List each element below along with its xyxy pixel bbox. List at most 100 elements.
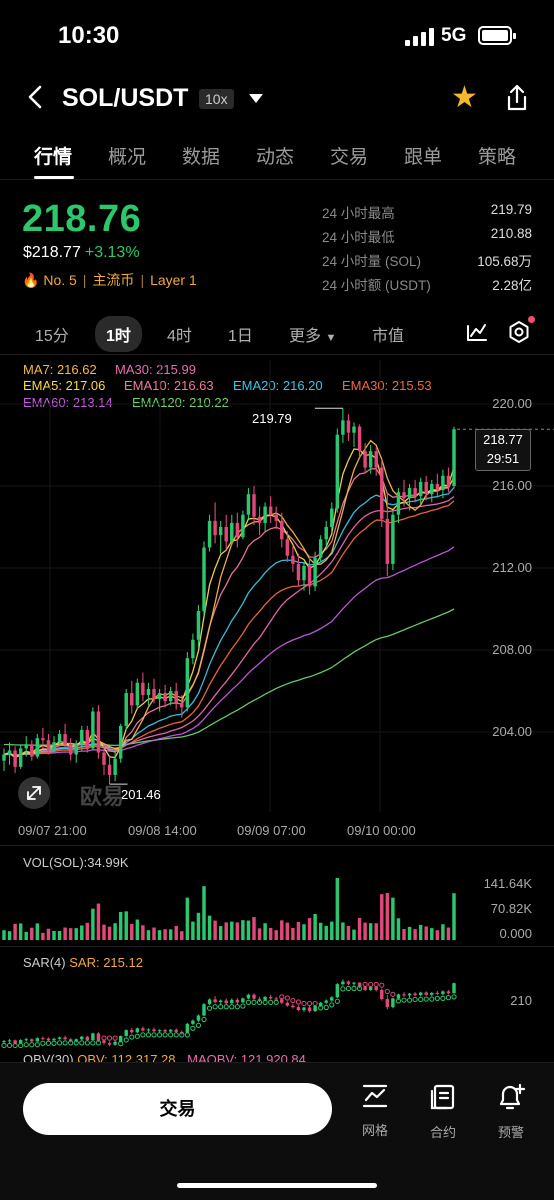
volume-bar — [102, 924, 106, 940]
volume-bar — [424, 926, 428, 940]
tab-overview[interactable]: 概况 — [108, 142, 146, 169]
sar-dot — [245, 999, 252, 1005]
volume-bar — [307, 918, 312, 940]
volume-bar — [241, 920, 245, 940]
volume-bar — [363, 922, 367, 940]
candle — [452, 429, 456, 486]
sar-candle — [196, 1015, 201, 1021]
volume-bar — [274, 930, 278, 940]
volume-bar — [263, 923, 267, 940]
candle — [68, 744, 73, 755]
trade-button[interactable]: 交易 — [23, 1083, 332, 1135]
sar-dot — [106, 1035, 113, 1041]
sar-candle — [385, 999, 390, 1008]
volume-bar — [113, 923, 117, 940]
sar-candle — [168, 1029, 173, 1032]
usd-price-value: $218.77 — [23, 244, 81, 261]
network-label: 5G — [441, 25, 467, 46]
grid-button[interactable]: 网格 — [347, 1083, 403, 1139]
candle — [196, 611, 201, 640]
sar-dot — [18, 1042, 24, 1049]
candle — [152, 688, 156, 700]
volume-bar — [368, 923, 373, 940]
favorite-star-icon[interactable]: ★ — [451, 83, 478, 113]
settings-gear-icon[interactable] — [507, 320, 531, 344]
tab-market[interactable]: 行情 — [34, 142, 72, 169]
volume-bar — [141, 925, 145, 940]
candle — [341, 420, 345, 435]
sar-dot — [51, 1040, 57, 1046]
tab-data[interactable]: 数据 — [182, 142, 220, 169]
stat-label: 24 小时最低 — [322, 230, 395, 245]
candle — [168, 691, 173, 702]
back-icon[interactable] — [28, 85, 42, 109]
interval-more[interactable]: 更多 ▼ — [289, 322, 336, 346]
volume-bar — [52, 930, 56, 940]
candle — [257, 516, 262, 523]
alert-button[interactable]: 预警 — [483, 1083, 539, 1141]
candle — [52, 742, 56, 751]
interval-4h[interactable]: 4时 — [167, 322, 192, 346]
candle — [202, 547, 206, 612]
volume-bar — [441, 924, 445, 940]
candle — [141, 682, 145, 696]
volume-bar — [180, 931, 184, 940]
status-bar: 10:30 5G — [0, 0, 554, 70]
indicator-icon[interactable] — [466, 322, 488, 342]
interval-1d[interactable]: 1日 — [228, 322, 253, 346]
candle — [313, 557, 317, 587]
volume-bar — [18, 923, 23, 940]
sar-candle — [268, 996, 273, 999]
market-cap-toggle[interactable]: 市值 — [372, 322, 404, 346]
candle — [74, 744, 78, 755]
volume-bar — [346, 925, 351, 940]
sar-candle — [107, 1042, 112, 1045]
expand-chart-button[interactable] — [18, 777, 50, 809]
volume-bar — [385, 892, 390, 940]
volume-bar — [85, 922, 90, 940]
sar-dot — [234, 1004, 240, 1010]
stat-value: 2.28亿 — [492, 278, 532, 293]
candle — [224, 527, 228, 542]
sar-dot — [412, 996, 418, 1003]
candle — [213, 520, 217, 536]
volume-bar — [91, 908, 95, 940]
sar-dot — [334, 998, 340, 1004]
sar-candle — [91, 1033, 95, 1040]
interval-1h[interactable]: 1时 — [95, 316, 142, 352]
pair-title[interactable]: SOL/USDT — [62, 84, 188, 113]
sar-candle — [213, 999, 217, 1003]
contract-button[interactable]: 合约 — [415, 1083, 471, 1141]
share-icon[interactable] — [505, 84, 529, 112]
candle — [135, 682, 140, 706]
tab-news[interactable]: 动态 — [256, 142, 294, 169]
layer-tag[interactable]: Layer 1 — [150, 272, 197, 288]
sar-candle — [224, 1000, 228, 1004]
candle — [396, 492, 401, 515]
tab-copy-trading[interactable]: 跟单 — [404, 142, 442, 169]
sar-candle — [424, 992, 428, 995]
candle — [402, 492, 406, 499]
interval-15m[interactable]: 15分 — [35, 322, 69, 346]
candle — [352, 426, 356, 433]
candle — [24, 744, 28, 749]
tab-strategy[interactable]: 策略 — [478, 142, 516, 169]
sar-candle — [163, 1030, 167, 1032]
tab-trade[interactable]: 交易 — [330, 142, 368, 169]
sar-dot — [301, 1000, 307, 1007]
sar-candle — [35, 1038, 40, 1042]
chevron-down-icon[interactable] — [249, 94, 263, 103]
volume-bar — [318, 922, 323, 940]
clock: 10:30 — [58, 22, 120, 49]
bottom-action-bar: 交易 网格 合约 预警 — [0, 1062, 554, 1200]
candle — [235, 522, 240, 538]
sar-candle — [402, 994, 406, 996]
divider — [0, 845, 554, 846]
volume-bar — [324, 925, 328, 940]
low-label: 201.46 — [121, 787, 161, 802]
candle-countdown: 29:51 — [486, 451, 520, 466]
category-tag[interactable]: 主流币 — [92, 272, 134, 288]
sar-dot — [351, 985, 357, 992]
sar-dot — [45, 1040, 52, 1046]
sar-candle — [2, 1041, 6, 1043]
